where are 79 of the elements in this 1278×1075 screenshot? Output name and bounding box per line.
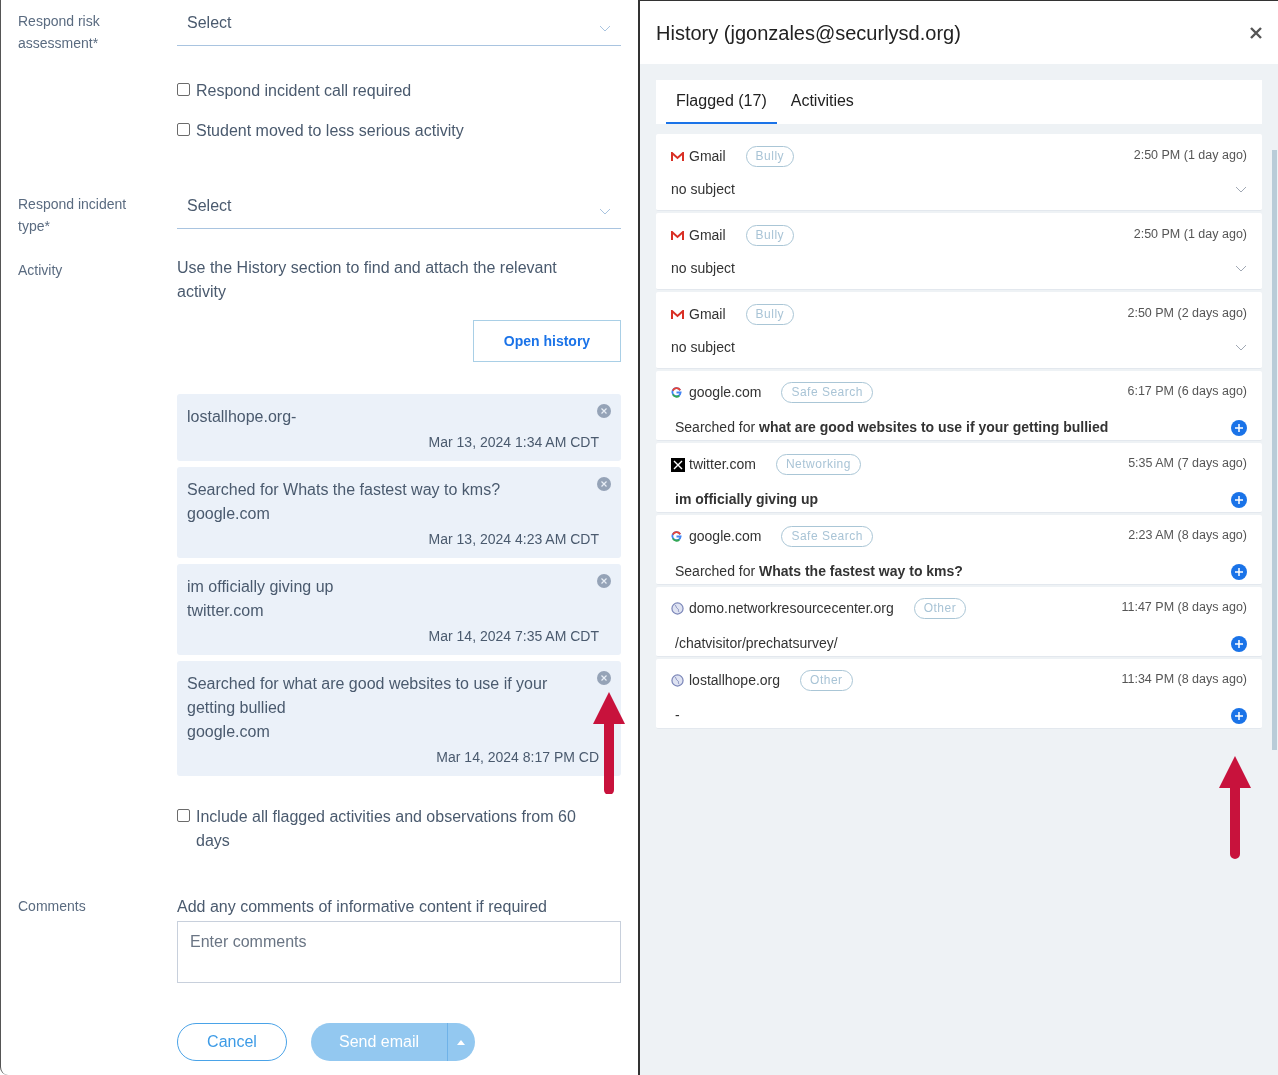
timestamp: Mar 13, 2024 1:34 AM CDT	[428, 433, 599, 452]
activity-text: no subject	[671, 180, 735, 199]
source-name: twitter.com	[689, 455, 756, 474]
envelope-m-icon	[671, 230, 684, 241]
history-item[interactable]: Gmail Bully 2:50 PM (2 days ago) no subject	[656, 292, 1262, 369]
source-name: lostallhope.org	[689, 671, 781, 690]
activity-text: Searched for Whats the fastest way to kms?	[187, 480, 502, 500]
source-name: Gmail	[689, 147, 726, 166]
comments-field[interactable]: Enter comments	[177, 921, 621, 983]
chevron-down-icon	[599, 25, 611, 32]
activity-text: twitter.com	[187, 601, 265, 621]
timestamp: 5:35 AM (7 days ago)	[1128, 455, 1247, 472]
timestamp: Mar 13, 2024 4:23 AM CDT	[428, 530, 599, 549]
activity-text: -	[675, 706, 680, 725]
caret-up-icon	[456, 1039, 465, 1045]
globe-icon	[671, 674, 684, 687]
activity-text: google.com	[187, 722, 271, 742]
source-name: Gmail	[689, 305, 726, 324]
timestamp: 2:50 PM (1 day ago)	[1133, 226, 1247, 243]
history-item[interactable]: lostallhope.org Other 11:34 PM (8 days ago) -	[656, 659, 1262, 729]
comments-hint: Add any comments of informative content if required	[177, 897, 548, 917]
activity-text: Searched for what are good websites to use if your getting bullied	[675, 418, 1109, 437]
checkbox-label: Student moved to less serious activity	[196, 121, 464, 141]
field-label: Respond risk assessment*	[18, 12, 101, 53]
checkbox-label: Respond incident call required	[196, 81, 412, 101]
panel-title: History (jgonzales@securlysd.org)	[656, 20, 961, 46]
checkbox-label: Include all flagged activities and observations from 60 days	[196, 807, 577, 851]
add-icon[interactable]	[1231, 563, 1247, 580]
tab[interactable]: Flagged (17)	[666, 80, 777, 124]
activity-text: lostallhope.org-	[187, 407, 298, 427]
timestamp: 2:23 AM (8 days ago)	[1128, 527, 1247, 544]
activity-text: Searched for Whats the fastest way to kms?	[675, 562, 963, 581]
activity-text: im officially giving up	[187, 577, 335, 597]
globe-icon	[671, 602, 684, 615]
add-icon[interactable]	[1231, 707, 1247, 724]
history-item[interactable]: google.com Safe Search 2:23 AM (8 days ago) Searched for Whats the fastest way to kms?	[656, 515, 1262, 585]
scrollbar[interactable]	[1272, 150, 1277, 750]
field-label: Activity	[18, 261, 64, 280]
source-name: google.com	[689, 527, 762, 546]
timestamp: Mar 14, 2024 7:35 AM CDT	[428, 627, 599, 646]
x-logo-icon	[671, 457, 685, 472]
chevron-down-icon	[599, 208, 611, 215]
open-history-button[interactable]: Open history	[473, 320, 621, 362]
activity-text: no subject	[671, 259, 735, 278]
select-field[interactable]: Select	[177, 183, 621, 229]
activity-text: /chatvisitor/prechatsurvey/	[675, 634, 838, 653]
history-item[interactable]: Gmail Bully 2:50 PM (1 day ago) no subject	[656, 213, 1262, 290]
field-label: Comments	[18, 897, 87, 916]
source-name: Gmail	[689, 226, 726, 245]
chevron-down-icon[interactable]	[1235, 265, 1247, 272]
timestamp: Mar 14, 2024 8:17 PM CD	[436, 748, 599, 767]
activity-text: im officially giving up	[675, 490, 819, 509]
checkbox[interactable]	[177, 809, 190, 822]
chevron-down-icon[interactable]	[1235, 344, 1247, 351]
timestamp: 6:17 PM (6 days ago)	[1127, 383, 1247, 400]
timestamp: 11:47 PM (8 days ago)	[1121, 599, 1247, 616]
source-name: domo.networkresourcecenter.org	[689, 599, 894, 618]
envelope-m-icon	[671, 151, 684, 162]
field-label: Respond incident type*	[18, 195, 128, 236]
close-icon[interactable]	[1250, 26, 1262, 39]
add-icon[interactable]	[1231, 635, 1247, 652]
checkbox[interactable]	[177, 83, 190, 96]
add-icon[interactable]	[1231, 419, 1247, 436]
g-logo-icon	[671, 387, 682, 398]
source-name: google.com	[689, 383, 762, 402]
timestamp: 11:34 PM (8 days ago)	[1121, 671, 1247, 688]
add-icon[interactable]	[1231, 491, 1247, 508]
timestamp: 2:50 PM (1 day ago)	[1133, 147, 1247, 164]
tab[interactable]: Activities	[780, 80, 864, 124]
timestamp: 2:50 PM (2 days ago)	[1127, 305, 1247, 322]
history-item[interactable]: Gmail Bully 2:50 PM (1 day ago) no subject	[656, 134, 1262, 211]
checkbox[interactable]	[177, 123, 190, 136]
select-field[interactable]: Select	[177, 0, 621, 46]
activity-text: no subject	[671, 338, 735, 357]
instruction-text: Use the History section to find and attach the relevant activity	[177, 258, 558, 302]
g-logo-icon	[671, 531, 682, 542]
envelope-m-icon	[671, 309, 684, 320]
chevron-down-icon[interactable]	[1235, 186, 1247, 193]
activity-text: google.com	[187, 504, 271, 524]
